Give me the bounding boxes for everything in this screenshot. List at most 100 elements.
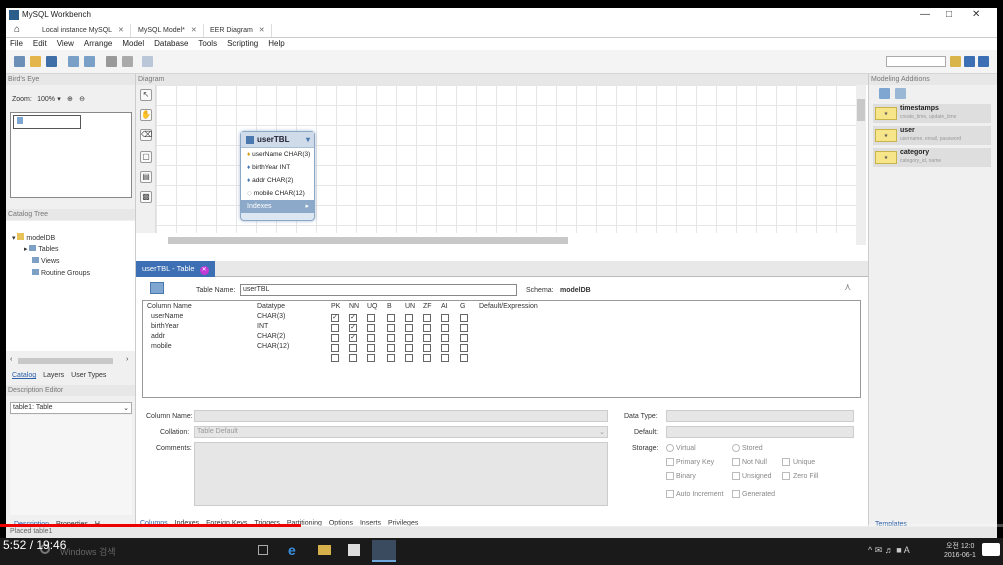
unique-checkbox[interactable] [782,458,790,466]
menu-file[interactable]: File [10,38,23,50]
zoom-in-icon[interactable]: ⊕ [67,96,73,103]
note-tool-icon[interactable]: ▤ [140,171,152,183]
entity-usertbl[interactable]: userTBL ▾ ♦ userName CHAR(3) ♦ birthYear… [240,131,315,221]
v-scroll-thumb[interactable] [857,99,865,121]
flag-checkbox[interactable] [423,334,431,342]
menu-tools[interactable]: Tools [198,38,217,50]
flag-checkbox[interactable] [387,344,395,352]
flag-checkbox[interactable] [441,314,449,322]
flag-checkbox[interactable] [441,344,449,352]
close-tab-icon[interactable]: ✕ [191,27,197,34]
edge-icon[interactable]: e [288,542,296,558]
chevron-down-icon[interactable]: ▾ [57,96,61,103]
menu-edit[interactable]: Edit [33,38,47,50]
flag-checkbox[interactable]: ✓ [349,314,357,322]
storage-virtual-radio[interactable] [666,444,674,452]
menu-help[interactable]: Help [268,38,284,50]
flag-checkbox[interactable] [387,334,395,342]
zoom-out-icon[interactable]: ⊖ [79,96,85,103]
flag-checkbox[interactable] [423,324,431,332]
comments-input[interactable] [194,442,608,506]
snippet-icon[interactable] [879,88,890,99]
flag-checkbox[interactable] [441,354,449,362]
flag-checkbox[interactable] [367,324,375,332]
flag-checkbox[interactable] [460,334,468,342]
flag-checkbox[interactable]: ✓ [331,314,339,322]
menu-view[interactable]: View [57,38,74,50]
flag-checkbox[interactable] [460,354,468,362]
diagram-canvas[interactable]: userTBL ▾ ♦ userName CHAR(3) ♦ birthYear… [156,85,856,233]
flag-checkbox[interactable] [387,324,395,332]
align-icon[interactable] [122,56,133,67]
entity-column[interactable]: ◇ mobile CHAR(12) [241,187,314,200]
not-null-checkbox[interactable] [732,458,740,466]
menu-scripting[interactable]: Scripting [227,38,258,50]
redo-icon[interactable] [84,56,95,67]
column-row-type[interactable]: CHAR(12) [257,343,289,350]
description-select[interactable]: table1: Table ⌄ [10,402,132,414]
flag-checkbox[interactable] [423,314,431,322]
flag-checkbox[interactable] [349,344,357,352]
flag-checkbox[interactable]: ✓ [349,324,357,332]
menu-arrange[interactable]: Arrange [84,38,112,50]
flag-checkbox[interactable] [405,324,413,332]
tree-item-tables[interactable]: ▸ Tables [24,245,59,253]
eraser-tool-icon[interactable]: ⌫ [140,129,152,141]
language-indicator[interactable]: A [904,545,910,555]
flag-checkbox[interactable] [460,324,468,332]
workbench-taskbar-icon[interactable] [372,540,396,562]
flag-checkbox[interactable] [387,354,395,362]
collapse-icon[interactable]: ▾ [306,132,310,148]
taskbar-search[interactable]: Windows 검색 [60,545,116,558]
save-icon[interactable] [46,56,57,67]
primary-key-checkbox[interactable] [666,458,674,466]
template-timestamps[interactable]: ★ timestamps create_time, update_time [873,104,991,123]
data-type-input[interactable] [666,410,854,422]
column-row-type[interactable]: CHAR(2) [257,333,285,340]
tab-layers[interactable]: Layers [43,372,64,379]
open-icon[interactable] [30,56,41,67]
flag-checkbox[interactable] [405,334,413,342]
scroll-right-icon[interactable]: › [126,356,128,363]
tab-eer-diagram[interactable]: EER Diagram ✕ [204,24,272,37]
menu-model[interactable]: Model [122,38,144,50]
video-progress-bar[interactable] [0,524,1003,527]
entity-column[interactable]: ♦ userName CHAR(3) [241,148,314,161]
hand-tool-icon[interactable]: ✋ [140,109,152,121]
captions-icon[interactable] [982,543,1000,556]
undo-icon[interactable] [68,56,79,67]
storage-stored-radio[interactable] [732,444,740,452]
close-icon[interactable]: ✕ [972,9,980,20]
chevron-down-icon[interactable]: ⌄ [123,404,129,412]
flag-checkbox[interactable] [331,354,339,362]
tab-user-types[interactable]: User Types [71,372,106,379]
column-row-type[interactable]: CHAR(3) [257,313,285,320]
flag-checkbox[interactable] [387,314,395,322]
flag-checkbox[interactable] [423,344,431,352]
entity-header[interactable]: userTBL ▾ [241,132,314,148]
template-category[interactable]: ★ category category_id, name [873,148,991,167]
column-row-name[interactable]: birthYear [151,323,179,330]
flag-checkbox[interactable] [405,344,413,352]
flag-checkbox[interactable] [460,314,468,322]
diagram-v-scrollbar[interactable] [856,85,866,245]
flag-checkbox[interactable] [367,314,375,322]
tree-item-routine-groups[interactable]: Routine Groups [32,269,90,277]
flag-checkbox[interactable] [423,354,431,362]
tree-root[interactable]: ▾ modelDB [12,233,55,242]
auto-increment-checkbox[interactable] [666,490,674,498]
search-icon[interactable] [950,56,961,67]
flag-checkbox[interactable] [405,354,413,362]
collation-select[interactable]: Table Default ⌄ [194,426,608,438]
flag-checkbox[interactable] [331,324,339,332]
flag-checkbox[interactable] [367,334,375,342]
minimize-icon[interactable]: — [920,9,930,20]
tab-mysql-model[interactable]: MySQL Model* ✕ [132,24,204,37]
default-input[interactable] [666,426,854,438]
tab-catalog[interactable]: Catalog [12,372,36,379]
tab-usertbl-table[interactable]: userTBL - Table ✕ [136,261,215,277]
tree-item-views[interactable]: Views [32,257,60,265]
column-row-name[interactable]: mobile [151,343,172,350]
validate-icon[interactable] [142,56,153,67]
flag-checkbox[interactable] [441,334,449,342]
